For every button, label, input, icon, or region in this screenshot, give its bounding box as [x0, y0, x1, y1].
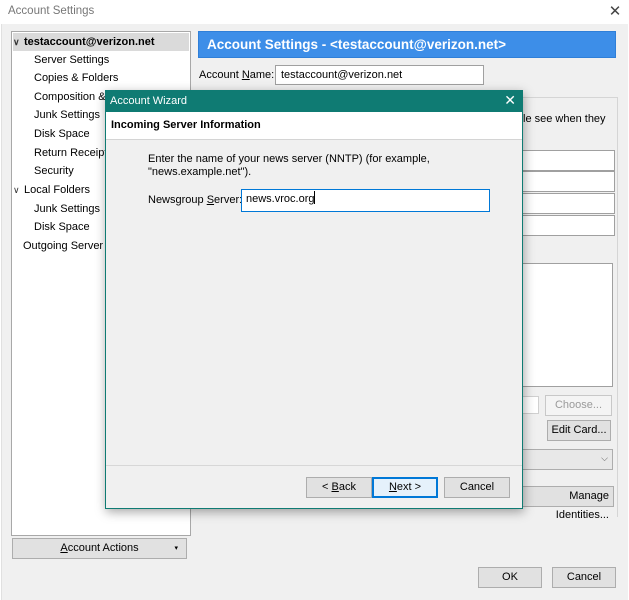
settings-header: Account Settings - <testaccount@verizon.…	[198, 31, 616, 58]
signature-textarea[interactable]	[517, 263, 613, 387]
account-actions-button[interactable]: Account Actions ▾	[12, 538, 187, 559]
choose-button[interactable]: Choose...	[545, 395, 612, 416]
tree-item-composition[interactable]: Composition &	[34, 88, 106, 106]
tree-item-copies-folders[interactable]: Copies & Folders	[34, 69, 118, 87]
tree-item-junk-settings[interactable]: Junk Settings	[34, 106, 100, 124]
wizard-titlebar: Account Wizard ✕	[106, 91, 522, 112]
expand-icon[interactable]: ∨	[13, 33, 24, 51]
partial-description-text: le see when they	[523, 113, 606, 125]
window-title: Account Settings	[8, 5, 95, 17]
tree-item-local-folders[interactable]: ∨ Local Folders	[13, 181, 90, 199]
wizard-cancel-button[interactable]: Cancel	[444, 477, 510, 498]
tree-item-account[interactable]: ∨ testaccount@verizon.net	[13, 33, 189, 51]
back-button[interactable]: < Back	[306, 477, 372, 498]
manage-identities-button[interactable]: Manage Identities...	[517, 486, 614, 521]
edit-card-button[interactable]: Edit Card...	[547, 420, 611, 441]
identity-field[interactable]	[517, 193, 615, 214]
identity-field[interactable]	[517, 150, 615, 171]
tree-item-local-junk-settings[interactable]: Junk Settings	[34, 200, 100, 218]
tree-item-security[interactable]: Security	[34, 162, 74, 180]
wizard-description: Enter the name of your news server (NNTP…	[148, 153, 430, 178]
ok-button[interactable]: OK	[478, 567, 542, 588]
tree-item-return-receipts[interactable]: Return Receipts	[34, 144, 113, 162]
account-wizard-dialog: Account Wizard ✕ Incoming Server Informa…	[105, 90, 523, 509]
wizard-page-header: Incoming Server Information	[106, 112, 522, 140]
text-caret	[314, 191, 316, 204]
chevron-down-icon: ⌵	[601, 453, 608, 463]
tree-item-local-disk-space[interactable]: Disk Space	[34, 218, 90, 236]
tree-item-server-settings[interactable]: Server Settings	[34, 51, 109, 69]
account-name-input[interactable]: testaccount@verizon.net	[275, 65, 484, 85]
wizard-close-icon[interactable]: ✕	[504, 92, 516, 109]
newsgroup-server-label: Newsgroup Server:	[148, 194, 243, 206]
wizard-page-title: Incoming Server Information	[111, 119, 261, 131]
tree-item-outgoing-server[interactable]: Outgoing Server (	[23, 237, 110, 255]
expand-icon[interactable]: ∨	[13, 181, 24, 199]
wizard-divider	[106, 465, 522, 466]
newsgroup-server-value: news.vroc.org	[246, 193, 315, 205]
window-titlebar	[0, 0, 629, 24]
outgoing-server-select[interactable]: ⌵	[517, 449, 613, 470]
next-button[interactable]: Next >	[372, 477, 438, 498]
identity-field[interactable]	[517, 215, 615, 236]
tree-item-disk-space[interactable]: Disk Space	[34, 125, 90, 143]
cancel-button[interactable]: Cancel	[552, 567, 616, 588]
account-actions-label: Account Actions	[60, 542, 139, 554]
account-name-label: Account Name:	[199, 69, 275, 81]
dropdown-arrow-icon: ▾	[174, 545, 178, 552]
wizard-title: Account Wizard	[110, 95, 188, 107]
tree-item-label: testaccount@verizon.net	[24, 36, 155, 48]
tree-item-label: Local Folders	[24, 184, 91, 196]
signature-file-field[interactable]	[522, 396, 539, 414]
window-close-icon[interactable]: ✕	[603, 1, 627, 23]
newsgroup-server-input[interactable]: news.vroc.org	[241, 189, 490, 212]
identity-field[interactable]	[517, 171, 615, 192]
